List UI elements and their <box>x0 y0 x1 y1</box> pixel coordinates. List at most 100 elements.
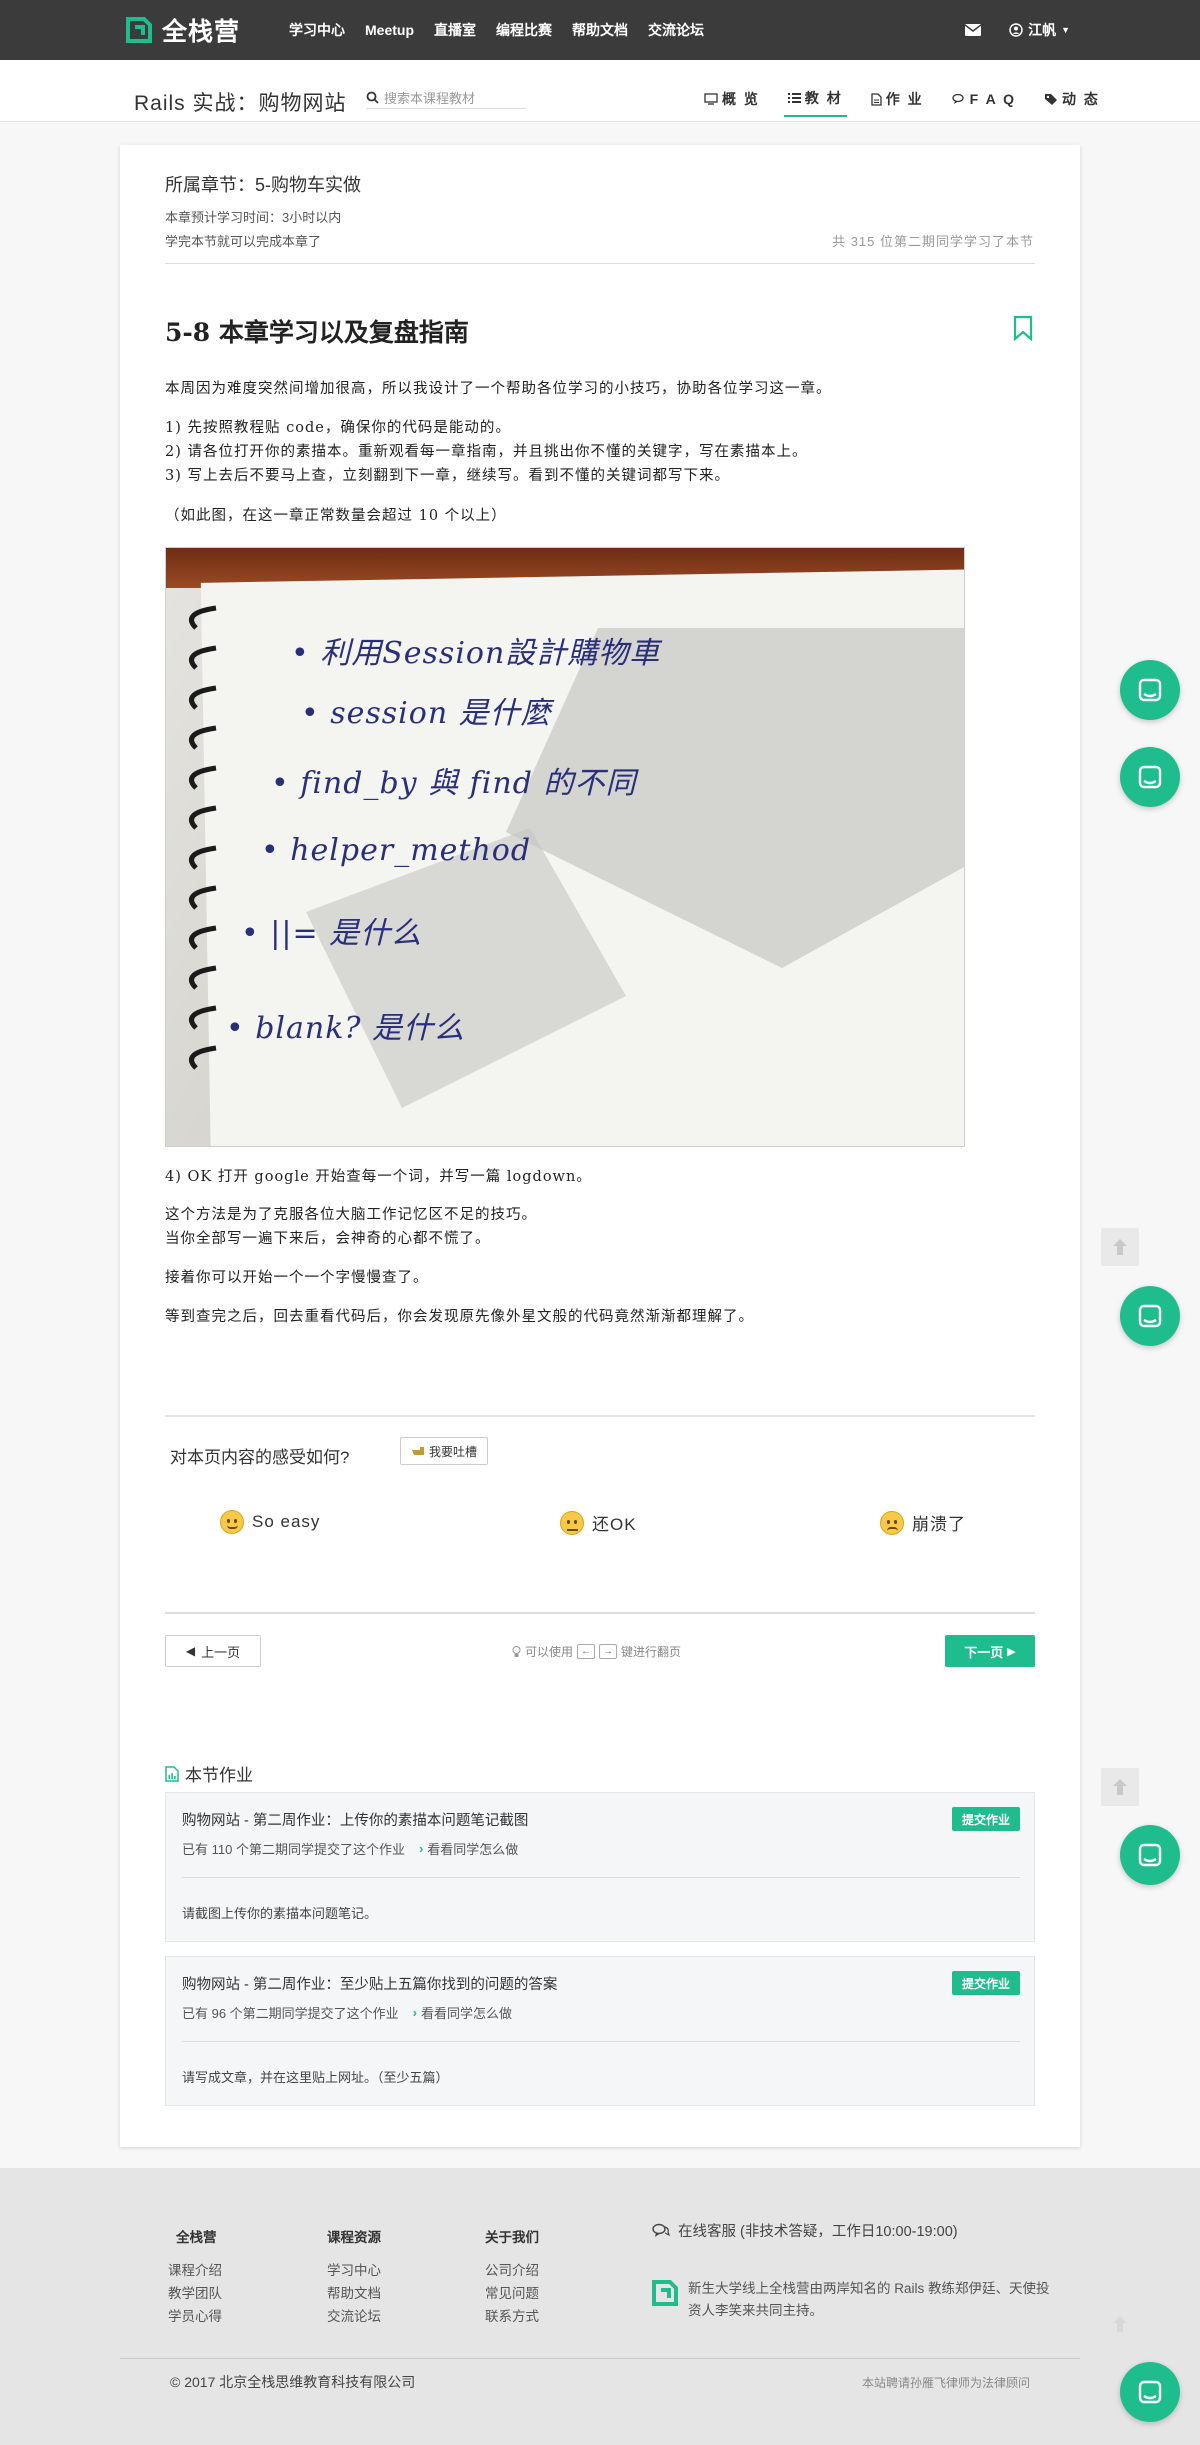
note-line: • helper_method <box>261 833 532 868</box>
chat-icon <box>1138 2380 1162 2404</box>
chat-float-button[interactable] <box>1120 660 1180 720</box>
divider <box>165 1612 1035 1614</box>
prev-page-button[interactable]: ◀ 上一页 <box>165 1635 261 1667</box>
hint-text: 键进行翻页 <box>621 1645 682 1659</box>
bookmark-icon[interactable] <box>1012 315 1034 341</box>
chat-float-button[interactable] <box>1120 1286 1180 1346</box>
nav-live-room[interactable]: 直播室 <box>434 20 476 40</box>
logo-icon <box>652 2280 678 2306</box>
homework-title[interactable]: 购物网站 - 第二周作业：上传你的素描本问题笔记截图 <box>182 1809 528 1830</box>
grin-face-icon <box>220 1510 244 1534</box>
brand-logo[interactable]: 全栈营 <box>124 14 240 46</box>
comments-icon <box>952 93 964 104</box>
footer-link[interactable]: 帮助文档 <box>327 2282 381 2305</box>
course-search[interactable]: 搜索本课程教材 <box>366 87 526 109</box>
top-right: 江帆 ▼ <box>965 0 1070 60</box>
back-to-top-button[interactable] <box>1101 2305 1139 2343</box>
chat-icon <box>1138 1843 1162 1867</box>
next-page-button[interactable]: 下一页 ▶ <box>945 1635 1035 1667</box>
nav-meetup[interactable]: Meetup <box>365 22 414 38</box>
crying-face-icon <box>880 1510 904 1535</box>
step-1: 1) 先按照教程贴 code，确保你的代码是能动的。 <box>165 420 511 436</box>
envelope-icon[interactable] <box>965 24 982 36</box>
chat-float-button[interactable] <box>1120 2362 1180 2422</box>
back-to-top-button[interactable] <box>1101 1768 1139 1806</box>
footer-link[interactable]: 公司介绍 <box>485 2259 539 2282</box>
tab-materials[interactable]: 教 材 <box>783 88 847 117</box>
chapter-complete-note: 学完本节就可以完成本章了 <box>165 234 322 249</box>
service-label: 在线客服 (非技术答疑，工作日10:00-19:00) <box>678 2224 958 2240</box>
tab-activity[interactable]: 动 态 <box>1040 88 1104 117</box>
chapter-label[interactable]: 所属章节：5-购物车实做 <box>165 171 361 197</box>
course-title[interactable]: Rails 实战：购物网站 <box>134 87 347 117</box>
tab-overview[interactable]: 概 览 <box>700 88 764 117</box>
tab-homework[interactable]: 作 业 <box>867 88 928 117</box>
rating-question: 对本页内容的感受如何? <box>170 1448 350 1467</box>
divider <box>165 263 1035 264</box>
note-line: • blank? 是什么 <box>226 1011 466 1046</box>
next-page-label: 下一页 <box>964 1644 1004 1660</box>
homework-title[interactable]: 购物网站 - 第二周作业：至少贴上五篇你找到的问题的答案 <box>182 1973 557 1994</box>
rating-collapse-label: 崩溃了 <box>912 1515 966 1534</box>
submit-homework-button[interactable]: 提交作业 <box>951 1807 1020 1831</box>
submit-homework-button[interactable]: 提交作业 <box>951 1971 1020 1995</box>
sketchbook-photo[interactable]: • 利用Session設計購物車 • session 是什麼 • find_by… <box>165 547 965 1147</box>
see-classmates-link[interactable]: › 看看同学怎么做 <box>413 2003 512 2022</box>
footer-link[interactable]: 学员心得 <box>168 2305 222 2328</box>
comments-icon <box>652 2223 670 2237</box>
arrow-up-icon <box>1113 2316 1127 2332</box>
footer-col-about: 关于我们 公司介绍 常见问题 联系方式 <box>485 2226 539 2328</box>
tab-faq-label: F A Q <box>969 91 1016 107</box>
spiral-rings <box>189 605 217 1070</box>
rating-collapse[interactable]: 崩溃了 <box>880 1510 966 1535</box>
tab-materials-label: 教 材 <box>804 90 843 106</box>
submission-count: 已有 96 个第二期同学提交了这个作业 <box>182 2006 399 2021</box>
chat-float-button[interactable] <box>1120 747 1180 807</box>
footer-link[interactable]: 学习中心 <box>327 2259 381 2282</box>
key-right: → <box>599 1644 618 1659</box>
legal-note: 本站聘请孙雁飞律师为法律顾问 <box>861 2376 1030 2390</box>
rating-ok[interactable]: 还OK <box>560 1510 637 1535</box>
site-footer: 全栈营 课程介绍 教学团队 学员心得 课程资源 学习中心 帮助文档 交流论坛 关… <box>0 2168 1200 2445</box>
lesson-title: 5-8 本章学习以及复盘指南 <box>165 318 469 347</box>
see-classmates-link[interactable]: › 看看同学怎么做 <box>419 1839 518 1858</box>
footer-link[interactable]: 交流论坛 <box>327 2305 381 2328</box>
tab-faq[interactable]: F A Q <box>948 88 1020 117</box>
homework-meta: 已有 96 个第二期同学提交了这个作业 › 看看同学怎么做 <box>182 2003 512 2022</box>
footer-link[interactable]: 常见问题 <box>485 2282 539 2305</box>
back-to-top-button[interactable] <box>1101 1228 1139 1266</box>
rant-button[interactable]: 我要吐槽 <box>400 1437 489 1465</box>
homework-item: 购物网站 - 第二周作业：上传你的素描本问题笔记截图 已有 110 个第二期同学… <box>165 1792 1035 1942</box>
file-icon <box>871 92 882 106</box>
online-service[interactable]: 在线客服 (非技术答疑，工作日10:00-19:00) <box>652 2220 958 2241</box>
footer-link[interactable]: 联系方式 <box>485 2305 539 2328</box>
note-line: • find_by 與 find 的不同 <box>271 766 637 801</box>
chat-icon <box>1138 678 1162 702</box>
step-3: 3) 写上去后不要马上查，立刻翻到下一章，继续写。看到不懂的关键词都写下来。 <box>165 468 730 484</box>
footer-link[interactable]: 课程介绍 <box>168 2259 222 2282</box>
rating-so-easy[interactable]: So easy <box>220 1510 320 1534</box>
search-input[interactable]: 搜索本课程教材 <box>384 88 475 107</box>
key-left: ← <box>577 1644 596 1659</box>
footer-link[interactable]: 教学团队 <box>168 2282 222 2305</box>
method-line-2: 当你全部写一遍下来后，会神奇的心都不慌了。 <box>165 1231 491 1247</box>
footer-about: 新生大学线上全栈营由两岸知名的 Rails 教练郑伊廷、天使投资人李笑来共同主持… <box>650 2278 1058 2322</box>
divider <box>165 1415 1035 1417</box>
homework-item: 购物网站 - 第二周作业：至少贴上五篇你找到的问题的答案 已有 96 个第二期同… <box>165 1956 1035 2106</box>
keyboard-hint: 可以使用 ← → 键进行翻页 <box>512 1643 681 1660</box>
chart-file-icon <box>165 1765 179 1782</box>
intro-paragraph: 本周因为难度突然间增加很高，所以我设计了一个帮助各位学习的小技巧，协助各位学习这… <box>165 381 832 397</box>
chat-float-button[interactable] <box>1120 1825 1180 1885</box>
homework-description: 请截图上传你的素描本问题笔记。 <box>182 1906 378 1921</box>
divider <box>120 2358 1080 2359</box>
note-line: • 利用Session設計購物車 <box>291 636 661 671</box>
user-menu[interactable]: 江帆 ▼ <box>1009 20 1070 40</box>
neutral-face-icon <box>560 1510 584 1535</box>
hand-point-icon <box>412 1447 424 1455</box>
nav-forum[interactable]: 交流论坛 <box>648 20 704 40</box>
brand-name: 全栈营 <box>162 18 241 46</box>
nav-help-docs[interactable]: 帮助文档 <box>572 20 628 40</box>
main-nav: 学习中心 Meetup 直播室 编程比赛 帮助文档 交流论坛 <box>289 0 704 60</box>
nav-learning-center[interactable]: 学习中心 <box>289 20 345 40</box>
nav-contest[interactable]: 编程比赛 <box>496 20 552 40</box>
